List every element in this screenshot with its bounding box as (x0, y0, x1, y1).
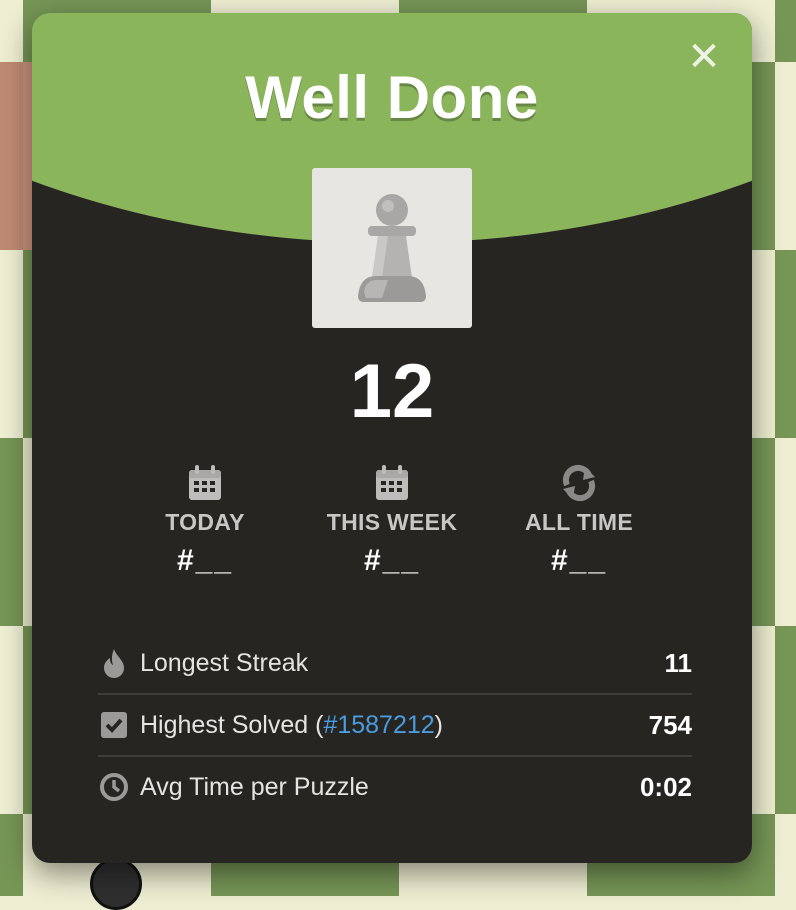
modal-title: Well Done (245, 64, 539, 131)
rank-summary: TODAY #__ THIS WEEK #__ ALL TIME #__ (32, 463, 752, 593)
rank-all-time-value: #__ (550, 544, 608, 577)
highest-solved-puzzle-link[interactable]: #1587212 (323, 711, 434, 739)
stat-avg-time: Avg Time per Puzzle 0:02 (98, 757, 692, 817)
board-piece (90, 858, 142, 910)
stat-highest-solved: Highest Solved (#1587212) 754 (98, 695, 692, 757)
rank-all-time: ALL TIME #__ (494, 463, 664, 578)
stats-list: Longest Streak 11 Highest Solved (#15872… (98, 633, 692, 817)
longest-streak-label: Longest Streak (140, 649, 309, 677)
highest-solved-prefix: Highest Solved ( (140, 711, 324, 739)
rank-this-week: THIS WEEK #__ (307, 463, 477, 578)
rank-today-label: TODAY (165, 509, 245, 535)
highest-solved-suffix: ) (434, 711, 443, 739)
clock-icon (100, 773, 128, 801)
pawn-image (312, 168, 472, 328)
avg-time-value: 0:02 (639, 772, 692, 802)
stat-longest-streak: Longest Streak 11 (98, 633, 692, 695)
calendar-icon (189, 465, 221, 500)
rank-this-week-value: #__ (363, 544, 421, 577)
flame-icon (104, 649, 124, 678)
longest-streak-value: 11 (664, 648, 693, 678)
rank-today: TODAY #__ (120, 463, 290, 578)
highest-solved-label: Highest Solved (#1587212) (140, 711, 443, 740)
rank-this-week-label: THIS WEEK (326, 509, 458, 535)
close-button[interactable]: ✕ (686, 37, 722, 77)
highlighted-square (0, 62, 36, 250)
rank-all-time-label: ALL TIME (524, 509, 634, 535)
well-done-modal: Well Done ✕ 12 TODAY #__ THIS WEEK #__ A… (32, 13, 752, 863)
rank-today-value: #__ (176, 544, 234, 577)
avg-time-label: Avg Time per Puzzle (140, 773, 369, 801)
highest-solved-value: 754 (648, 710, 692, 740)
pawn-icon (358, 194, 426, 302)
checkbox-icon (101, 712, 127, 738)
calendar-icon (376, 465, 408, 500)
puzzle-score: 12 (349, 349, 435, 434)
refresh-icon (562, 464, 596, 502)
